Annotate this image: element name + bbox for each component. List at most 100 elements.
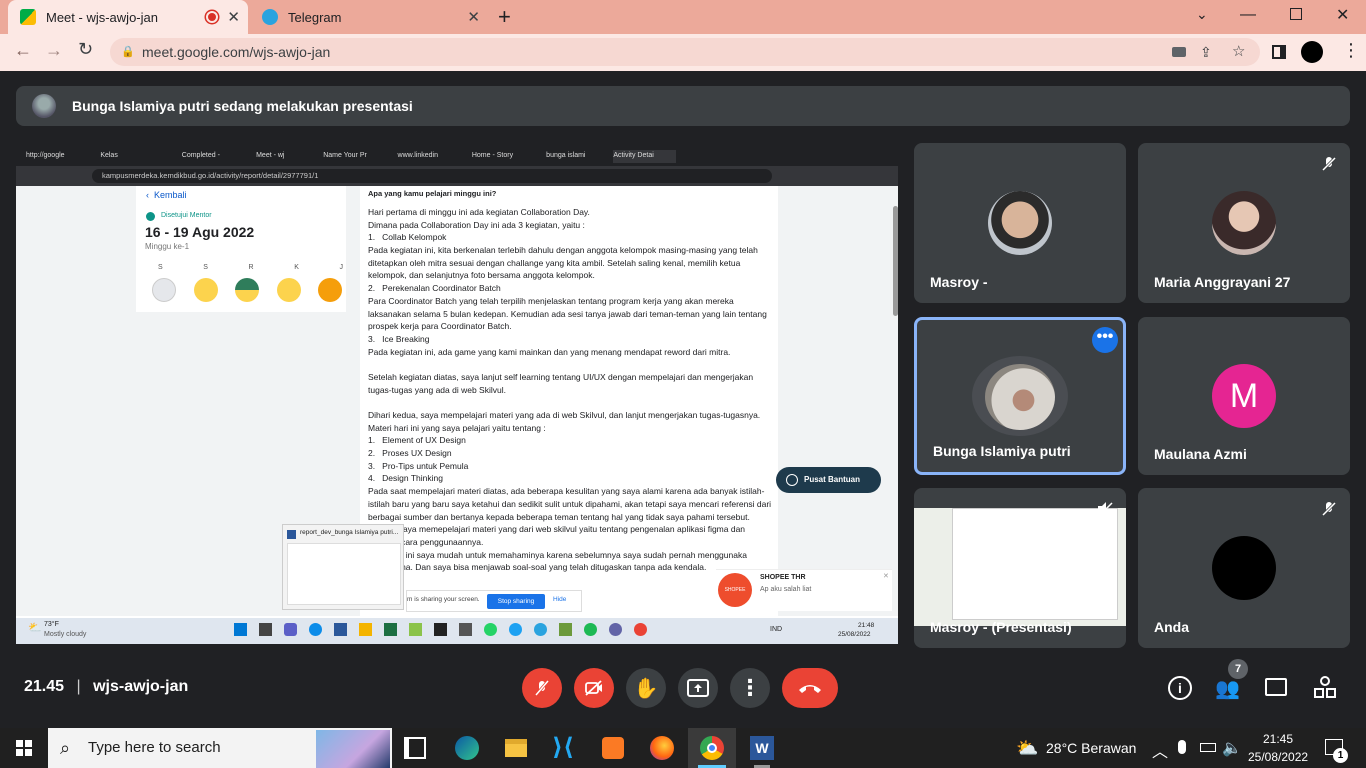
share-icon[interactable]: ⇪ bbox=[1200, 38, 1212, 66]
taskbar-search[interactable]: ⌕ Type here to search bbox=[48, 728, 392, 768]
date-range: 16 - 19 Agu 2022 bbox=[145, 224, 255, 240]
activities-icon[interactable] bbox=[1314, 676, 1336, 698]
tray-chevron-icon[interactable]: ︿ bbox=[1152, 738, 1168, 762]
check-icon bbox=[146, 212, 155, 221]
new-tab-button[interactable]: + bbox=[498, 4, 511, 30]
file-explorer-icon[interactable] bbox=[505, 739, 527, 757]
task-view-icon[interactable] bbox=[404, 737, 426, 759]
meeting-details-icon[interactable]: i bbox=[1168, 676, 1192, 700]
report-line: kelompok, dan selanjutnya foto bersama a… bbox=[368, 270, 595, 281]
participant-tile[interactable]: Masroy - bbox=[914, 143, 1126, 303]
back-link: ‹ Kembali bbox=[146, 190, 187, 200]
more-options-icon[interactable]: ••• bbox=[1092, 327, 1118, 353]
tab-search-icon[interactable]: ⌄ bbox=[1196, 6, 1208, 23]
app-icon bbox=[309, 623, 322, 636]
app-icon bbox=[334, 623, 347, 636]
windows-start-icon[interactable] bbox=[16, 740, 32, 756]
menu-icon[interactable]: ⋮ bbox=[1342, 40, 1360, 61]
report-line: istilah baru yang baru saya ketahui dan … bbox=[368, 498, 772, 509]
participant-name: Bunga Islamiya putri bbox=[933, 443, 1071, 459]
browser-tab-bar: Meet - wjs-awjo-jan ✕ Telegram ✕ + ⌄ — ✕ bbox=[0, 0, 1366, 34]
inner-date: 25/08/2022 bbox=[838, 631, 871, 638]
shared-tab: Meet - wj bbox=[256, 152, 285, 159]
tab-telegram[interactable]: Telegram ✕ bbox=[250, 0, 488, 34]
inner-lang: IND bbox=[770, 626, 783, 633]
app-icon bbox=[259, 623, 272, 636]
tab-meet[interactable]: Meet - wjs-awjo-jan ✕ bbox=[8, 0, 248, 34]
shopee-notification: SHOPEE SHOPEE THR Ap aku salah liat ✕ bbox=[716, 569, 892, 611]
xampp-icon[interactable] bbox=[602, 737, 624, 759]
battery-icon[interactable] bbox=[1200, 743, 1216, 752]
url-field[interactable]: 🔒 meet.google.com/wjs-awjo-jan ⇪ ☆ bbox=[110, 38, 1260, 66]
participant-tile-self[interactable]: Anda bbox=[1138, 488, 1350, 648]
participant-avatar bbox=[1212, 191, 1276, 255]
people-icon[interactable]: 👥 bbox=[1215, 676, 1240, 701]
report-line: 2. Proses UX Design bbox=[368, 448, 452, 459]
participant-tile-active[interactable]: ••• Bunga Islamiya putri bbox=[914, 317, 1126, 475]
back-icon[interactable]: ← bbox=[14, 40, 32, 61]
weather-icon[interactable]: ⛅ bbox=[1016, 738, 1038, 759]
hand-icon: ✋ bbox=[633, 677, 659, 700]
camera-icon[interactable] bbox=[1172, 47, 1186, 57]
forward-icon[interactable]: → bbox=[45, 40, 63, 61]
vscode-icon[interactable]: ⟩⟨ bbox=[552, 735, 578, 761]
telegram-icon bbox=[262, 9, 278, 25]
leave-call-button[interactable] bbox=[782, 668, 838, 708]
participant-tile[interactable]: M Maulana Azmi bbox=[1138, 317, 1350, 475]
shared-tab: Home - Story bbox=[471, 152, 514, 159]
shared-tab: Kelas bbox=[100, 152, 118, 159]
camera-toggle-button[interactable] bbox=[574, 668, 614, 708]
weekday: S bbox=[203, 264, 208, 271]
week-label: Minggu ke-1 bbox=[145, 242, 190, 251]
report-line: Para Coordinator Batch yang telah terpil… bbox=[368, 295, 734, 306]
shared-tab-bar: http://google Kelas Completed - Meet - w… bbox=[16, 146, 898, 166]
clock-date[interactable]: 25/08/2022 bbox=[1248, 750, 1308, 764]
edge-icon[interactable] bbox=[455, 736, 479, 760]
chrome-taskbar-active[interactable] bbox=[688, 728, 736, 768]
recording-icon bbox=[206, 11, 218, 23]
notification-count-badge: 1 bbox=[1333, 748, 1348, 763]
close-tab-icon[interactable]: ✕ bbox=[227, 8, 240, 26]
people-count-badge: 7 bbox=[1228, 659, 1248, 679]
speaker-icon[interactable]: 🔈 bbox=[1222, 738, 1242, 758]
close-window-button[interactable]: ✕ bbox=[1336, 5, 1349, 25]
inner-taskbar-icons bbox=[234, 623, 647, 636]
clock-time[interactable]: 21:45 bbox=[1263, 732, 1293, 746]
lock-icon: 🔒 bbox=[121, 46, 135, 58]
participant-tile[interactable]: Maria Anggrayani 27 bbox=[1138, 143, 1350, 303]
shared-url: kampusmerdeka.kemdikbud.go.id/activity/r… bbox=[92, 169, 772, 183]
firefox-icon[interactable] bbox=[650, 736, 674, 760]
shared-tab: http://google bbox=[26, 152, 65, 159]
mic-toggle-button[interactable] bbox=[522, 668, 562, 708]
weather-text[interactable]: 28°C Berawan bbox=[1046, 740, 1136, 756]
reload-icon[interactable]: ↻ bbox=[78, 39, 93, 60]
word-taskbar[interactable]: W bbox=[748, 728, 776, 768]
mic-tray-icon[interactable] bbox=[1178, 740, 1186, 754]
raise-hand-button[interactable]: ✋ bbox=[626, 668, 666, 708]
sidebar-icon[interactable] bbox=[1272, 45, 1286, 59]
close-tab-icon[interactable]: ✕ bbox=[467, 8, 480, 26]
report-line: laksanakan selama 5 bulan kedepan. Kemud… bbox=[368, 308, 767, 319]
chat-icon[interactable] bbox=[1265, 678, 1287, 696]
banner-text: Bunga Islamiya putri sedang melakukan pr… bbox=[72, 98, 413, 114]
present-button[interactable] bbox=[678, 668, 718, 708]
bookmark-star-icon[interactable]: ☆ bbox=[1232, 38, 1245, 66]
report-line: 2. Perekenalan Coordinator Batch bbox=[368, 283, 501, 294]
shared-address-bar: kampusmerdeka.kemdikbud.go.id/activity/r… bbox=[16, 166, 898, 186]
report-line: Pada kegiatan ini, kita berkenalan terle… bbox=[368, 245, 758, 256]
profile-avatar[interactable] bbox=[1301, 41, 1323, 63]
participant-avatar bbox=[985, 364, 1055, 430]
mic-off-icon bbox=[1321, 501, 1337, 517]
shared-scrollbar bbox=[893, 206, 898, 316]
report-line: eri ini saya mudah untuk memahaminya kar… bbox=[368, 549, 747, 560]
meet-icon bbox=[20, 9, 36, 25]
shared-week-card: ‹ Kembali Disetujui Mentor 16 - 19 Agu 2… bbox=[136, 186, 346, 312]
minimize-button[interactable]: — bbox=[1240, 6, 1256, 24]
notif-close-icon: ✕ bbox=[883, 573, 889, 580]
notif-title: SHOPEE THR bbox=[760, 574, 806, 581]
participant-tile-presentation[interactable]: Masroy - (Presentasi) bbox=[914, 488, 1126, 648]
weekday: K bbox=[294, 264, 299, 271]
restore-button[interactable] bbox=[1290, 8, 1302, 20]
more-options-button[interactable]: ⋮ bbox=[730, 668, 770, 708]
shared-tab: Activity Detai bbox=[613, 150, 677, 163]
